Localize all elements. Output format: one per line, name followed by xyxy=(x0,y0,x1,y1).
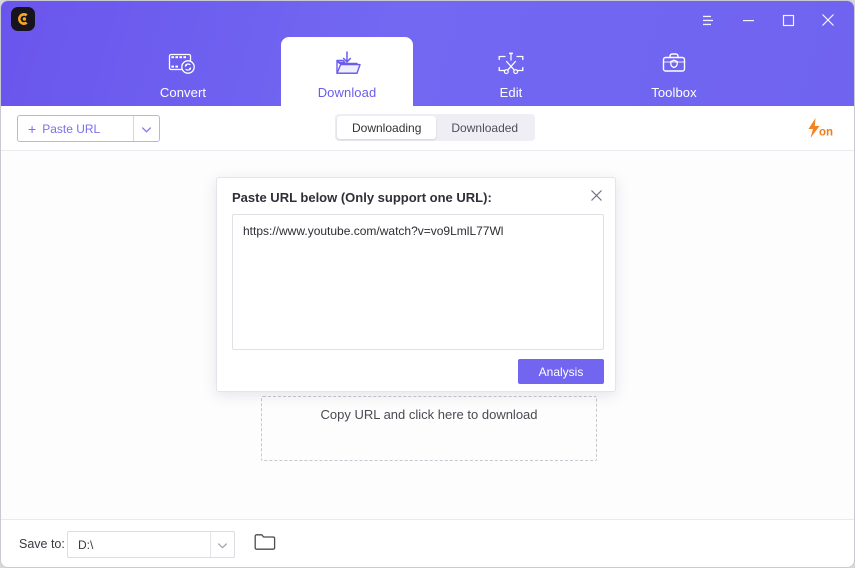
menu-button[interactable] xyxy=(688,7,728,33)
chevron-down-icon xyxy=(142,120,151,138)
tab-edit-label: Edit xyxy=(499,85,523,100)
window-controls xyxy=(688,7,848,33)
minimize-button[interactable] xyxy=(728,7,768,33)
analysis-button[interactable]: Analysis xyxy=(518,359,604,384)
download-status-tabs: Downloading Downloaded xyxy=(335,114,536,141)
maximize-button[interactable] xyxy=(768,7,808,33)
paste-url-label: Paste URL xyxy=(42,121,101,136)
tab-toolbox[interactable]: Toolbox xyxy=(608,37,740,106)
drop-zone-label: Copy URL and click here to download xyxy=(320,407,538,422)
main-nav-tabs: Convert Download Edit Toolbox xyxy=(1,37,854,106)
paste-url-dialog: Paste URL below (Only support one URL): … xyxy=(216,177,616,392)
paste-url-dropdown-toggle[interactable] xyxy=(133,116,159,141)
dialog-title: Paste URL below (Only support one URL): xyxy=(232,190,492,205)
application-window: Convert Download Edit Toolbox + Paste UR… xyxy=(0,0,855,568)
download-folder-icon xyxy=(332,44,362,84)
save-to-label: Save to: xyxy=(19,537,65,551)
edit-scissors-icon xyxy=(496,44,526,84)
dialog-close-button[interactable] xyxy=(586,188,606,208)
tab-toolbox-label: Toolbox xyxy=(651,85,697,100)
close-icon xyxy=(590,189,603,207)
tab-download[interactable]: Download xyxy=(281,37,413,106)
close-button[interactable] xyxy=(808,7,848,33)
bottom-bar: Save to: D:\ Resume All Pause All xyxy=(1,519,854,567)
tab-download-label: Download xyxy=(317,85,377,100)
drop-zone[interactable]: Copy URL and click here to download xyxy=(261,396,597,461)
save-to-dropdown-toggle[interactable] xyxy=(210,532,234,557)
tab-downloading[interactable]: Downloading xyxy=(337,116,437,139)
plus-icon: + xyxy=(28,120,37,137)
tab-edit[interactable]: Edit xyxy=(445,37,577,106)
save-to-path-select[interactable]: D:\ xyxy=(67,531,235,558)
svg-text:on: on xyxy=(819,127,833,139)
folder-icon xyxy=(254,533,276,556)
tab-convert[interactable]: Convert xyxy=(117,37,249,106)
paste-url-main[interactable]: + Paste URL xyxy=(18,116,133,141)
turbo-mode-toggle[interactable]: on xyxy=(800,112,842,144)
url-input[interactable] xyxy=(232,214,604,350)
convert-icon xyxy=(168,44,198,84)
paste-url-button[interactable]: + Paste URL xyxy=(17,115,160,142)
tab-convert-label: Convert xyxy=(159,85,207,100)
title-bar: Convert Download Edit Toolbox xyxy=(1,1,854,106)
chevron-down-icon xyxy=(218,536,227,554)
save-to-path-value: D:\ xyxy=(78,537,94,552)
app-logo-icon xyxy=(11,7,35,31)
browse-folder-button[interactable] xyxy=(253,533,277,555)
tab-downloaded[interactable]: Downloaded xyxy=(436,116,533,139)
toolbox-icon xyxy=(660,44,688,84)
